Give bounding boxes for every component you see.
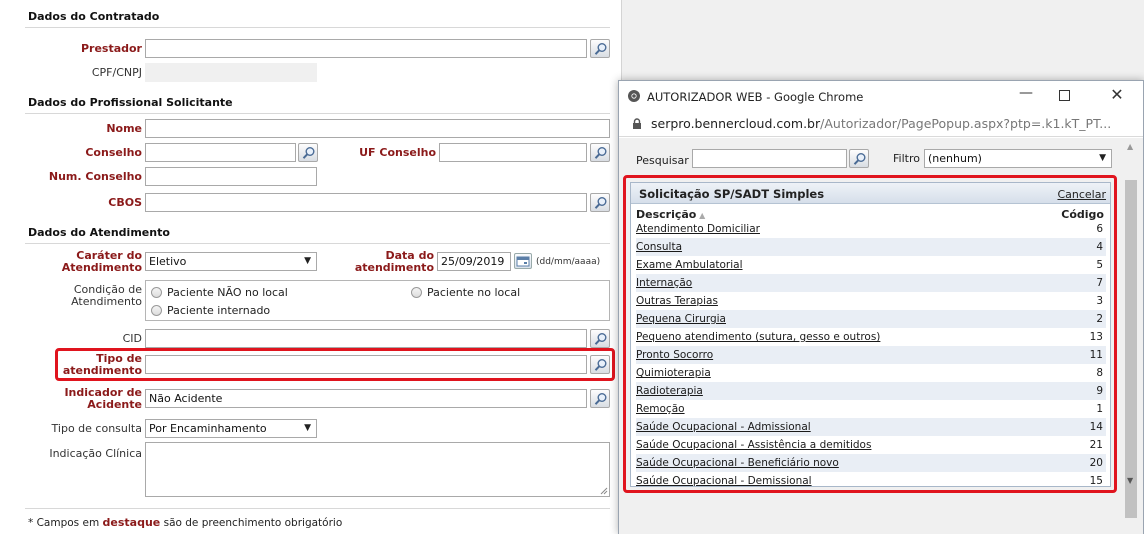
results-grid-highlight — [623, 175, 1117, 493]
prestador-input[interactable] — [145, 39, 587, 58]
prestador-label: Prestador — [80, 42, 142, 55]
conselho-label: Conselho — [85, 146, 142, 159]
indicacao-clinica-label: Indicação Clínica — [49, 447, 142, 460]
tipo-atendimento-label: Tipo de atendimento — [62, 352, 142, 377]
cid-search-button[interactable] — [590, 329, 610, 348]
radio-paciente-internado[interactable] — [151, 305, 162, 316]
indicador-acidente-label: Indicador de Acidente — [64, 386, 142, 411]
cbos-search-button[interactable] — [590, 193, 610, 212]
conselho-search-button[interactable] — [298, 143, 318, 162]
address-bar[interactable]: serpro.bennercloud.com.br/Autorizador/Pa… — [619, 111, 1143, 137]
calendar-button[interactable] — [514, 253, 532, 269]
uf-conselho-input[interactable] — [439, 143, 587, 162]
divider — [25, 27, 610, 28]
uf-conselho-label: UF Conselho — [359, 146, 436, 159]
close-button[interactable]: ✕ — [1107, 86, 1127, 106]
radio-paciente-nao-local-label: Paciente NÃO no local — [167, 286, 288, 299]
window-titlebar[interactable]: AUTORIZADOR WEB - Google Chrome — ✕ — [619, 81, 1143, 111]
required-fields-note: * Campos em destaque são de preenchiment… — [28, 516, 343, 529]
dropdown-arrow-icon: ▼ — [304, 423, 311, 433]
solicitation-form: Dados do Contratado Prestador CPF/CNPJ D… — [0, 0, 622, 534]
carater-select[interactable]: Eletivo ▼ — [145, 252, 317, 271]
radio-paciente-internado-label: Paciente internado — [167, 304, 271, 317]
popup-search-input[interactable] — [692, 149, 847, 168]
indicador-acidente-input[interactable]: Não Acidente — [145, 389, 587, 408]
magnifier-icon — [853, 153, 866, 165]
condicao-label: Condição de Atendimento — [71, 283, 142, 308]
data-atendimento-input[interactable]: 25/09/2019 — [437, 252, 511, 271]
divider — [25, 113, 610, 114]
section-contratado-title: Dados do Contratado — [28, 10, 160, 23]
indicacao-clinica-textarea[interactable] — [145, 442, 610, 497]
cbos-input[interactable] — [145, 193, 587, 212]
cpf-cnpj-field — [145, 63, 317, 82]
dropdown-arrow-icon: ▼ — [1099, 153, 1106, 163]
url-text: serpro.bennercloud.com.br/Autorizador/Pa… — [651, 116, 1112, 131]
minimize-button[interactable]: — — [1015, 85, 1037, 105]
date-format-hint: (dd/mm/aaaa) — [536, 257, 601, 267]
nome-input[interactable] — [145, 119, 610, 138]
section-atendimento-title: Dados do Atendimento — [28, 226, 170, 239]
window-title: AUTORIZADOR WEB - Google Chrome — [647, 90, 864, 104]
search-label: Pesquisar — [636, 154, 689, 167]
tipo-consulta-label: Tipo de consulta — [51, 422, 142, 435]
cid-input[interactable] — [145, 329, 587, 348]
conselho-input[interactable] — [145, 143, 296, 162]
magnifier-icon — [594, 393, 607, 405]
prestador-search-button[interactable] — [590, 39, 610, 58]
tipo-atendimento-input[interactable] — [145, 355, 587, 374]
magnifier-icon — [594, 43, 607, 55]
divider — [25, 508, 610, 509]
magnifier-icon — [594, 333, 607, 345]
cpf-cnpj-label: CPF/CNPJ — [91, 66, 142, 79]
scrollbar-thumb[interactable] — [1125, 180, 1137, 518]
resize-grip-icon[interactable] — [600, 487, 608, 495]
popup-search-button[interactable] — [849, 149, 869, 168]
scroll-up-icon[interactable]: ▲ — [1127, 142, 1133, 151]
section-profissional-title: Dados do Profissional Solicitante — [28, 96, 233, 109]
magnifier-icon — [594, 359, 607, 371]
lock-icon — [633, 118, 641, 129]
popup-scrollbar[interactable]: ▲ ▼ — [1123, 138, 1139, 518]
radio-paciente-no-local[interactable] — [411, 287, 422, 298]
num-conselho-label: Num. Conselho — [48, 170, 142, 183]
magnifier-icon — [594, 197, 607, 209]
maximize-button[interactable] — [1059, 90, 1070, 101]
filter-label: Filtro — [893, 152, 920, 165]
cid-label: CID — [122, 332, 142, 345]
radio-paciente-no-local-label: Paciente no local — [427, 286, 521, 299]
radio-paciente-nao-local[interactable] — [151, 287, 162, 298]
chrome-icon — [628, 90, 640, 102]
tipo-consulta-select[interactable]: Por Encaminhamento ▼ — [145, 419, 317, 438]
nome-label: Nome — [106, 122, 142, 135]
uf-conselho-search-button[interactable] — [590, 143, 610, 162]
tipo-atendimento-search-button[interactable] — [590, 355, 610, 374]
dropdown-arrow-icon: ▼ — [304, 256, 311, 266]
divider — [25, 243, 610, 244]
scroll-down-icon[interactable]: ▼ — [1127, 476, 1133, 485]
magnifier-icon — [302, 147, 315, 159]
carater-label: Caráter do Atendimento — [61, 249, 142, 274]
filter-select[interactable]: (nenhum) ▼ — [924, 149, 1112, 168]
indicador-acidente-search-button[interactable] — [590, 389, 610, 408]
magnifier-icon — [594, 147, 607, 159]
data-atendimento-label: Data do atendimento — [354, 249, 434, 274]
cbos-label: CBOS — [108, 196, 142, 209]
num-conselho-input[interactable] — [145, 167, 317, 186]
calendar-icon — [516, 256, 530, 267]
